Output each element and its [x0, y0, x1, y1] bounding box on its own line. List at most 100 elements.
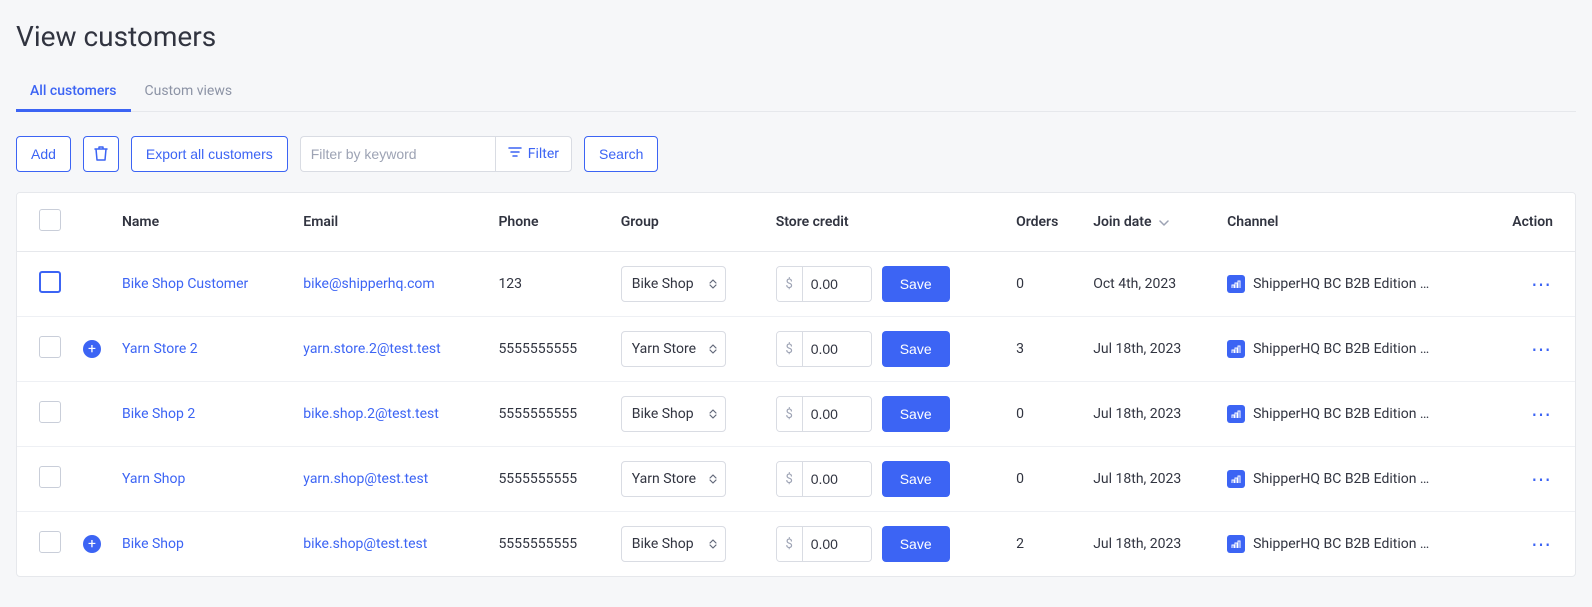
- store-credit-input[interactable]: [803, 462, 871, 496]
- customer-email-link[interactable]: bike.shop@test.test: [303, 536, 427, 552]
- currency-symbol: $: [777, 267, 803, 301]
- save-credit-button[interactable]: Save: [882, 396, 950, 432]
- customer-phone: 123: [488, 252, 610, 317]
- save-credit-button[interactable]: Save: [882, 331, 950, 367]
- toolbar: Add Export all customers Filter: [16, 136, 1576, 172]
- col-header-action: Action: [1502, 193, 1575, 252]
- row-actions-menu[interactable]: ⋯: [1531, 272, 1553, 296]
- currency-symbol: $: [777, 332, 803, 366]
- col-header-join-date[interactable]: Join date: [1083, 193, 1217, 252]
- tab-all-customers[interactable]: All customers: [16, 73, 131, 112]
- tab-custom-views[interactable]: Custom views: [131, 73, 247, 112]
- storefront-icon: [1227, 275, 1245, 293]
- customer-name-link[interactable]: Bike Shop Customer: [122, 276, 248, 292]
- store-credit-input-group: $: [776, 266, 872, 302]
- customers-table-wrap: Name Email Phone Group Store credit Orde…: [16, 192, 1576, 577]
- group-select-value: Yarn Store: [632, 341, 696, 357]
- channel-name: ShipperHQ BC B2B Edition San...: [1253, 341, 1437, 357]
- delete-button[interactable]: [83, 136, 119, 172]
- group-select-value: Bike Shop: [632, 406, 694, 422]
- trash-icon: [94, 145, 108, 164]
- group-select-value: Bike Shop: [632, 536, 694, 552]
- group-select[interactable]: Yarn Store: [621, 331, 726, 367]
- group-select[interactable]: Bike Shop: [621, 266, 726, 302]
- col-header-phone[interactable]: Phone: [488, 193, 610, 252]
- channel-name: ShipperHQ BC B2B Edition San...: [1253, 406, 1437, 422]
- customer-name-link[interactable]: Bike Shop 2: [122, 406, 195, 422]
- col-header-orders[interactable]: Orders: [1006, 193, 1083, 252]
- customer-email-link[interactable]: bike.shop.2@test.test: [303, 406, 439, 422]
- col-header-name[interactable]: Name: [112, 193, 293, 252]
- store-credit-input[interactable]: [803, 332, 871, 366]
- customer-name-link[interactable]: Bike Shop: [122, 536, 184, 552]
- customer-email-link[interactable]: yarn.store.2@test.test: [303, 341, 440, 357]
- join-date: Jul 18th, 2023: [1083, 382, 1217, 447]
- col-header-group[interactable]: Group: [611, 193, 766, 252]
- table-row: Bike Shop 2 bike.shop.2@test.test 55555555…: [17, 382, 1575, 447]
- customer-name-link[interactable]: Yarn Shop: [122, 471, 185, 487]
- page-title: View customers: [16, 20, 1576, 53]
- row-checkbox[interactable]: [39, 271, 61, 293]
- store-credit-input[interactable]: [803, 267, 871, 301]
- channel-name: ShipperHQ BC B2B Edition San...: [1253, 471, 1437, 487]
- channel-name: ShipperHQ BC B2B Edition San...: [1253, 276, 1437, 292]
- orders-count: 0: [1006, 252, 1083, 317]
- customer-email-link[interactable]: bike@shipperhq.com: [303, 276, 434, 292]
- expand-row-icon[interactable]: +: [83, 535, 101, 553]
- expand-row-icon[interactable]: +: [83, 340, 101, 358]
- row-actions-menu[interactable]: ⋯: [1531, 532, 1553, 556]
- group-select-value: Bike Shop: [632, 276, 694, 292]
- join-date: Jul 18th, 2023: [1083, 317, 1217, 382]
- save-credit-button[interactable]: Save: [882, 461, 950, 497]
- store-credit-input[interactable]: [803, 527, 871, 561]
- currency-symbol: $: [777, 462, 803, 496]
- group-select[interactable]: Bike Shop: [621, 526, 726, 562]
- customer-email-link[interactable]: yarn.shop@test.test: [303, 471, 428, 487]
- channel-name: ShipperHQ BC B2B Edition San...: [1253, 536, 1437, 552]
- save-credit-button[interactable]: Save: [882, 266, 950, 302]
- row-checkbox[interactable]: [39, 336, 61, 358]
- col-header-channel[interactable]: Channel: [1217, 193, 1502, 252]
- store-credit-input-group: $: [776, 526, 872, 562]
- row-actions-menu[interactable]: ⋯: [1531, 402, 1553, 426]
- store-credit-input-group: $: [776, 331, 872, 367]
- filter-button-label: Filter: [528, 146, 559, 162]
- col-header-email[interactable]: Email: [293, 193, 488, 252]
- customer-name-link[interactable]: Yarn Store 2: [122, 341, 198, 357]
- filter-icon: [508, 146, 522, 162]
- chevron-down-icon: [1159, 214, 1169, 230]
- group-select[interactable]: Bike Shop: [621, 396, 726, 432]
- join-date: Oct 4th, 2023: [1083, 252, 1217, 317]
- row-checkbox[interactable]: [39, 531, 61, 553]
- select-all-checkbox[interactable]: [39, 209, 61, 231]
- save-credit-button[interactable]: Save: [882, 526, 950, 562]
- store-credit-input-group: $: [776, 461, 872, 497]
- tabs: All customers Custom views: [16, 73, 1576, 112]
- row-checkbox[interactable]: [39, 401, 61, 423]
- orders-count: 0: [1006, 382, 1083, 447]
- filter-group: Filter: [300, 136, 572, 172]
- filter-button[interactable]: Filter: [495, 136, 572, 172]
- orders-count: 3: [1006, 317, 1083, 382]
- row-actions-menu[interactable]: ⋯: [1531, 467, 1553, 491]
- group-select-value: Yarn Store: [632, 471, 696, 487]
- search-button[interactable]: Search: [584, 136, 658, 172]
- customer-phone: 5555555555: [488, 317, 610, 382]
- customers-table: Name Email Phone Group Store credit Orde…: [17, 193, 1575, 576]
- filter-input[interactable]: [300, 136, 495, 172]
- storefront-icon: [1227, 470, 1245, 488]
- join-date: Jul 18th, 2023: [1083, 447, 1217, 512]
- add-button[interactable]: Add: [16, 136, 71, 172]
- customer-phone: 5555555555: [488, 512, 610, 577]
- orders-count: 0: [1006, 447, 1083, 512]
- col-header-store-credit[interactable]: Store credit: [766, 193, 1006, 252]
- store-credit-input[interactable]: [803, 397, 871, 431]
- group-select[interactable]: Yarn Store: [621, 461, 726, 497]
- row-actions-menu[interactable]: ⋯: [1531, 337, 1553, 361]
- customer-phone: 5555555555: [488, 382, 610, 447]
- table-row: + Yarn Store 2 yarn.store.2@test.test 55555…: [17, 317, 1575, 382]
- row-checkbox[interactable]: [39, 466, 61, 488]
- table-row: Bike Shop Customer bike@shipperhq.com 123 B…: [17, 252, 1575, 317]
- join-date: Jul 18th, 2023: [1083, 512, 1217, 577]
- export-button[interactable]: Export all customers: [131, 136, 288, 172]
